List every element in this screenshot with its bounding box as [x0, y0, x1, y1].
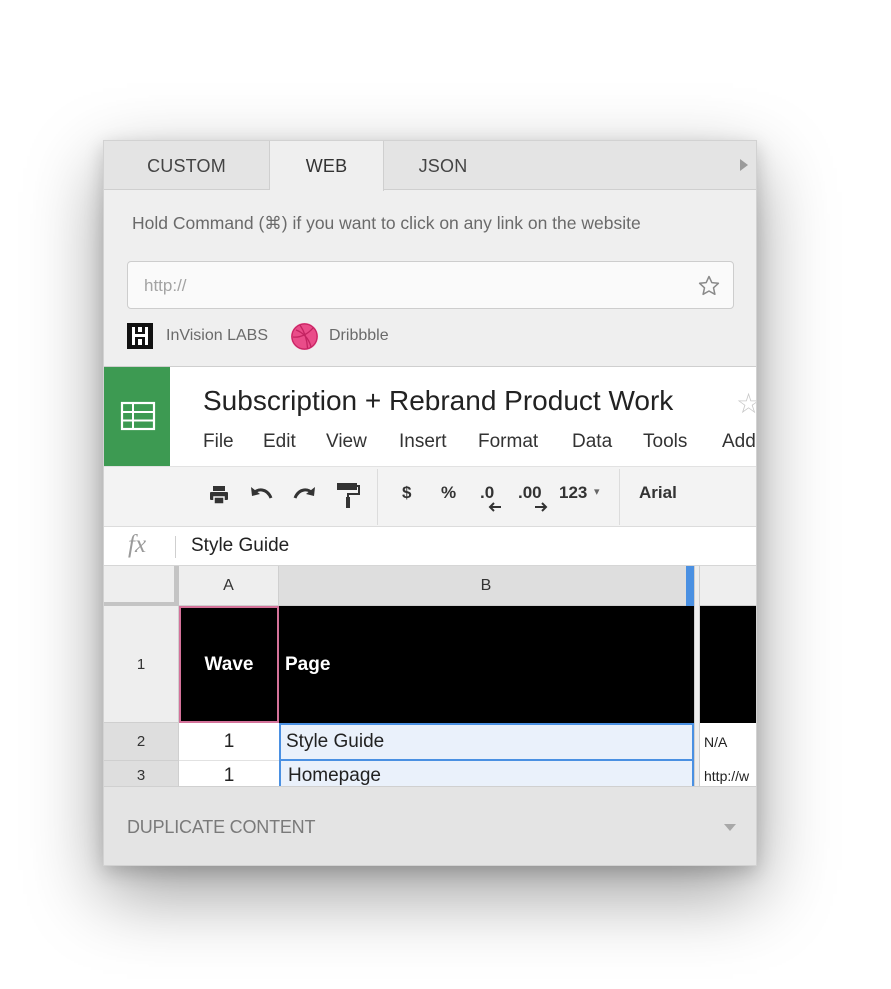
row-header-3[interactable]: 3 [104, 761, 179, 786]
cell-a3[interactable]: 1 [179, 761, 279, 786]
doc-title: Subscription + Rebrand Product Work [203, 385, 674, 416]
formula-divider [175, 536, 176, 558]
menu-format[interactable]: Format [478, 431, 538, 453]
column-resize-handle[interactable] [686, 566, 694, 606]
column-header-c[interactable] [700, 566, 756, 606]
sheets-logo-icon [104, 367, 170, 466]
cell-b2[interactable]: Style Guide [279, 723, 694, 761]
tab-web[interactable]: WEB [270, 141, 384, 191]
menu-data[interactable]: Data [572, 431, 612, 453]
dribbble-logo-icon [291, 322, 318, 350]
toolbar-divider [377, 469, 378, 525]
number-format-button[interactable]: 123 [559, 483, 587, 503]
fx-icon: fx [128, 531, 147, 558]
cell-a2[interactable]: 1 [179, 723, 279, 761]
cell-c3[interactable]: http://w [704, 761, 756, 786]
number-format-dropdown-icon[interactable]: ▾ [594, 485, 600, 498]
tab-bar: CUSTOM WEB JSON [104, 141, 756, 191]
tab-json[interactable]: JSON [384, 141, 502, 190]
row-header-1[interactable]: 1 [104, 606, 179, 723]
decrease-decimal-button[interactable]: .0 [480, 483, 494, 503]
star-icon[interactable] [697, 274, 721, 298]
menu-addons[interactable]: Add [722, 431, 756, 453]
cell-c2[interactable]: N/A [704, 723, 756, 761]
undo-icon[interactable] [249, 484, 275, 506]
dribbble-link[interactable]: Dribbble [291, 322, 389, 350]
paint-format-icon[interactable] [335, 481, 361, 511]
arrow-left-icon [488, 502, 501, 512]
cell-b1[interactable]: Page [279, 606, 694, 723]
menu-edit[interactable]: Edit [263, 431, 296, 453]
print-icon[interactable] [207, 483, 231, 507]
row-header-2[interactable]: 2 [104, 723, 179, 761]
tab-scroll-right-icon[interactable] [740, 159, 748, 171]
cell-c1[interactable] [700, 606, 756, 723]
duplicate-content-bar[interactable]: DUPLICATE CONTENT [104, 786, 756, 865]
invision-logo-icon [127, 323, 153, 349]
doc-star-icon: ☆ [736, 387, 756, 420]
cell-b3[interactable]: Homepage [279, 761, 694, 786]
invision-labs-link[interactable]: InVision LABS [127, 323, 268, 349]
duplicate-content-label: DUPLICATE CONTENT [127, 817, 316, 837]
menu-tools[interactable]: Tools [643, 431, 687, 453]
toolbar-divider [619, 469, 620, 525]
url-field[interactable] [127, 261, 734, 309]
percent-format-button[interactable]: % [441, 483, 456, 503]
dribbble-label: Dribbble [329, 327, 389, 344]
column-header-b[interactable]: B [279, 566, 694, 606]
website-preview[interactable]: Subscription + Rebrand Product Work ☆ Fi… [104, 366, 756, 786]
grid-corner[interactable] [104, 566, 179, 606]
invision-labs-label: InVision LABS [166, 327, 268, 344]
increase-decimal-button[interactable]: .00 [518, 483, 542, 503]
menu-file[interactable]: File [203, 431, 234, 453]
formula-value[interactable]: Style Guide [191, 535, 289, 557]
web-content-panel: CUSTOM WEB JSON Hold Command (⌘) if you … [103, 140, 757, 866]
chevron-down-icon[interactable] [724, 824, 736, 831]
sheets-toolbar: $ % .0 .00 123 ▾ Arial [104, 466, 756, 527]
column-header-a[interactable]: A [179, 566, 279, 606]
currency-format-button[interactable]: $ [402, 483, 411, 503]
url-input[interactable] [144, 274, 684, 298]
menu-insert[interactable]: Insert [399, 431, 447, 453]
arrow-right-icon [535, 502, 548, 512]
font-family-select[interactable]: Arial [639, 483, 677, 503]
cell-a1[interactable]: Wave [179, 606, 279, 723]
menu-view[interactable]: View [326, 431, 367, 453]
hint-text: Hold Command (⌘) if you want to click on… [132, 213, 641, 233]
formula-bar[interactable]: fx Style Guide [104, 527, 756, 566]
spreadsheet-grid[interactable]: A B 1 Wave Page 2 1 Style Guide N/A 3 1 … [104, 566, 756, 786]
redo-icon[interactable] [291, 484, 317, 506]
tab-custom[interactable]: CUSTOM [104, 141, 270, 190]
